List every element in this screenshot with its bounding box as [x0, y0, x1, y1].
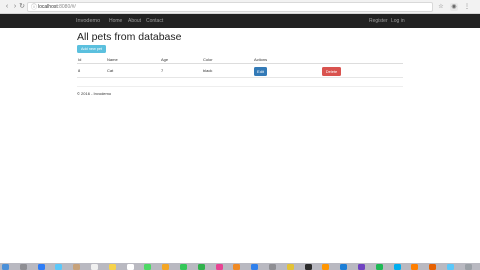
browser-toolbar: ‹ › ↻ ⓘ localhost:8080/#/ ☆ ◉ ⋮ [0, 0, 480, 14]
safari-icon[interactable] [37, 264, 45, 270]
xcode-icon[interactable] [340, 264, 348, 270]
delete-button[interactable]: Delete [322, 67, 341, 76]
nav-link-register[interactable]: Register [369, 14, 388, 28]
chrome-icon[interactable] [286, 264, 294, 270]
skype-icon[interactable] [393, 264, 401, 270]
nav-link-about[interactable]: About [128, 14, 141, 28]
reminders-icon[interactable] [126, 264, 134, 270]
system-preferences-icon[interactable] [269, 264, 276, 270]
cell-age: 7 [161, 68, 164, 73]
reload-icon[interactable]: ↻ [18, 3, 26, 11]
table-header: Id Name Age Color Actions [77, 57, 403, 64]
sublime-icon[interactable] [322, 264, 330, 270]
contacts-icon[interactable] [73, 264, 81, 270]
itunes-icon[interactable] [215, 264, 223, 270]
column-header-name: Name [107, 57, 118, 62]
maps-icon[interactable] [144, 264, 152, 270]
page-title: All pets from database [77, 31, 182, 43]
back-icon[interactable]: ‹ [3, 3, 11, 11]
cell-name: Cat [107, 68, 114, 73]
footer-divider [77, 86, 403, 87]
finder-icon[interactable] [2, 264, 9, 270]
footer-text: © 2016 - Invodemo [77, 91, 112, 96]
nav-link-home[interactable]: Home [109, 14, 122, 28]
vlc-icon[interactable] [411, 264, 419, 270]
address-text: localhost:8080/#/ [38, 4, 76, 10]
cell-color: black [203, 68, 213, 73]
column-header-color: Color [203, 57, 213, 62]
firefox-icon[interactable] [429, 264, 437, 270]
table-row: 8 Cat 7 black Edit Delete [77, 65, 403, 78]
navbar-brand[interactable]: Invodemo [76, 14, 100, 28]
column-header-id: Id [78, 57, 82, 62]
page-info-icon[interactable]: ⓘ [31, 4, 37, 12]
downloads-icon[interactable] [447, 264, 454, 270]
nav-link-login[interactable]: Log in [391, 14, 405, 28]
terminal-icon[interactable] [304, 264, 312, 270]
edit-button[interactable]: Edit [254, 67, 267, 76]
ibooks-icon[interactable] [233, 264, 241, 270]
bookmark-star-icon[interactable]: ☆ [437, 3, 445, 11]
launchpad-icon[interactable] [19, 264, 27, 270]
browser-menu-icon[interactable]: ⋮ [463, 3, 471, 11]
notes-icon[interactable] [108, 264, 116, 270]
app-navbar: Invodemo Home About Contact Register Log… [0, 14, 480, 28]
spotify-icon[interactable] [375, 264, 383, 270]
add-pet-button[interactable]: Add new pet [77, 45, 106, 53]
trash-icon[interactable] [464, 264, 472, 270]
cell-id: 8 [78, 68, 81, 73]
mail-icon[interactable] [55, 264, 63, 270]
nav-link-contact[interactable]: Contact [146, 14, 163, 28]
extension-icon[interactable]: ◉ [450, 3, 458, 11]
facetime-icon[interactable] [197, 264, 205, 270]
calendar-icon[interactable] [91, 264, 98, 270]
address-bar[interactable]: ⓘ localhost:8080/#/ [27, 2, 433, 12]
messages-icon[interactable] [180, 264, 187, 270]
column-header-actions: Actions [254, 57, 268, 62]
photos-icon[interactable] [162, 264, 170, 270]
app-store-icon[interactable] [251, 264, 259, 270]
slack-icon[interactable] [358, 264, 365, 270]
column-header-age: Age [161, 57, 169, 62]
